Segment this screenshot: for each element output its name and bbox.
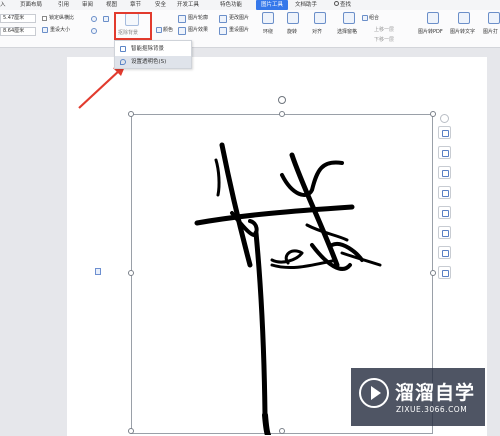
watermark-url: ZIXUE.3066.COM	[396, 405, 468, 414]
watermark-title: 溜溜自学	[395, 382, 476, 404]
remove-background-dropdown: 智能抠除背景 设置透明色(S)	[114, 40, 192, 69]
smart-remove-icon	[120, 46, 126, 52]
play-logo-icon	[359, 378, 389, 408]
smart-remove-label: 智能抠除背景	[131, 46, 165, 52]
dropper-icon	[120, 59, 126, 65]
smart-remove-background-item[interactable]: 智能抠除背景	[115, 43, 191, 55]
watermark-logo: 溜溜自学 ZIXUE.3066.COM	[351, 368, 485, 426]
set-transparent-label: 设置透明色(S)	[131, 59, 167, 65]
set-transparent-color-item[interactable]: 设置透明色(S)	[115, 56, 191, 68]
